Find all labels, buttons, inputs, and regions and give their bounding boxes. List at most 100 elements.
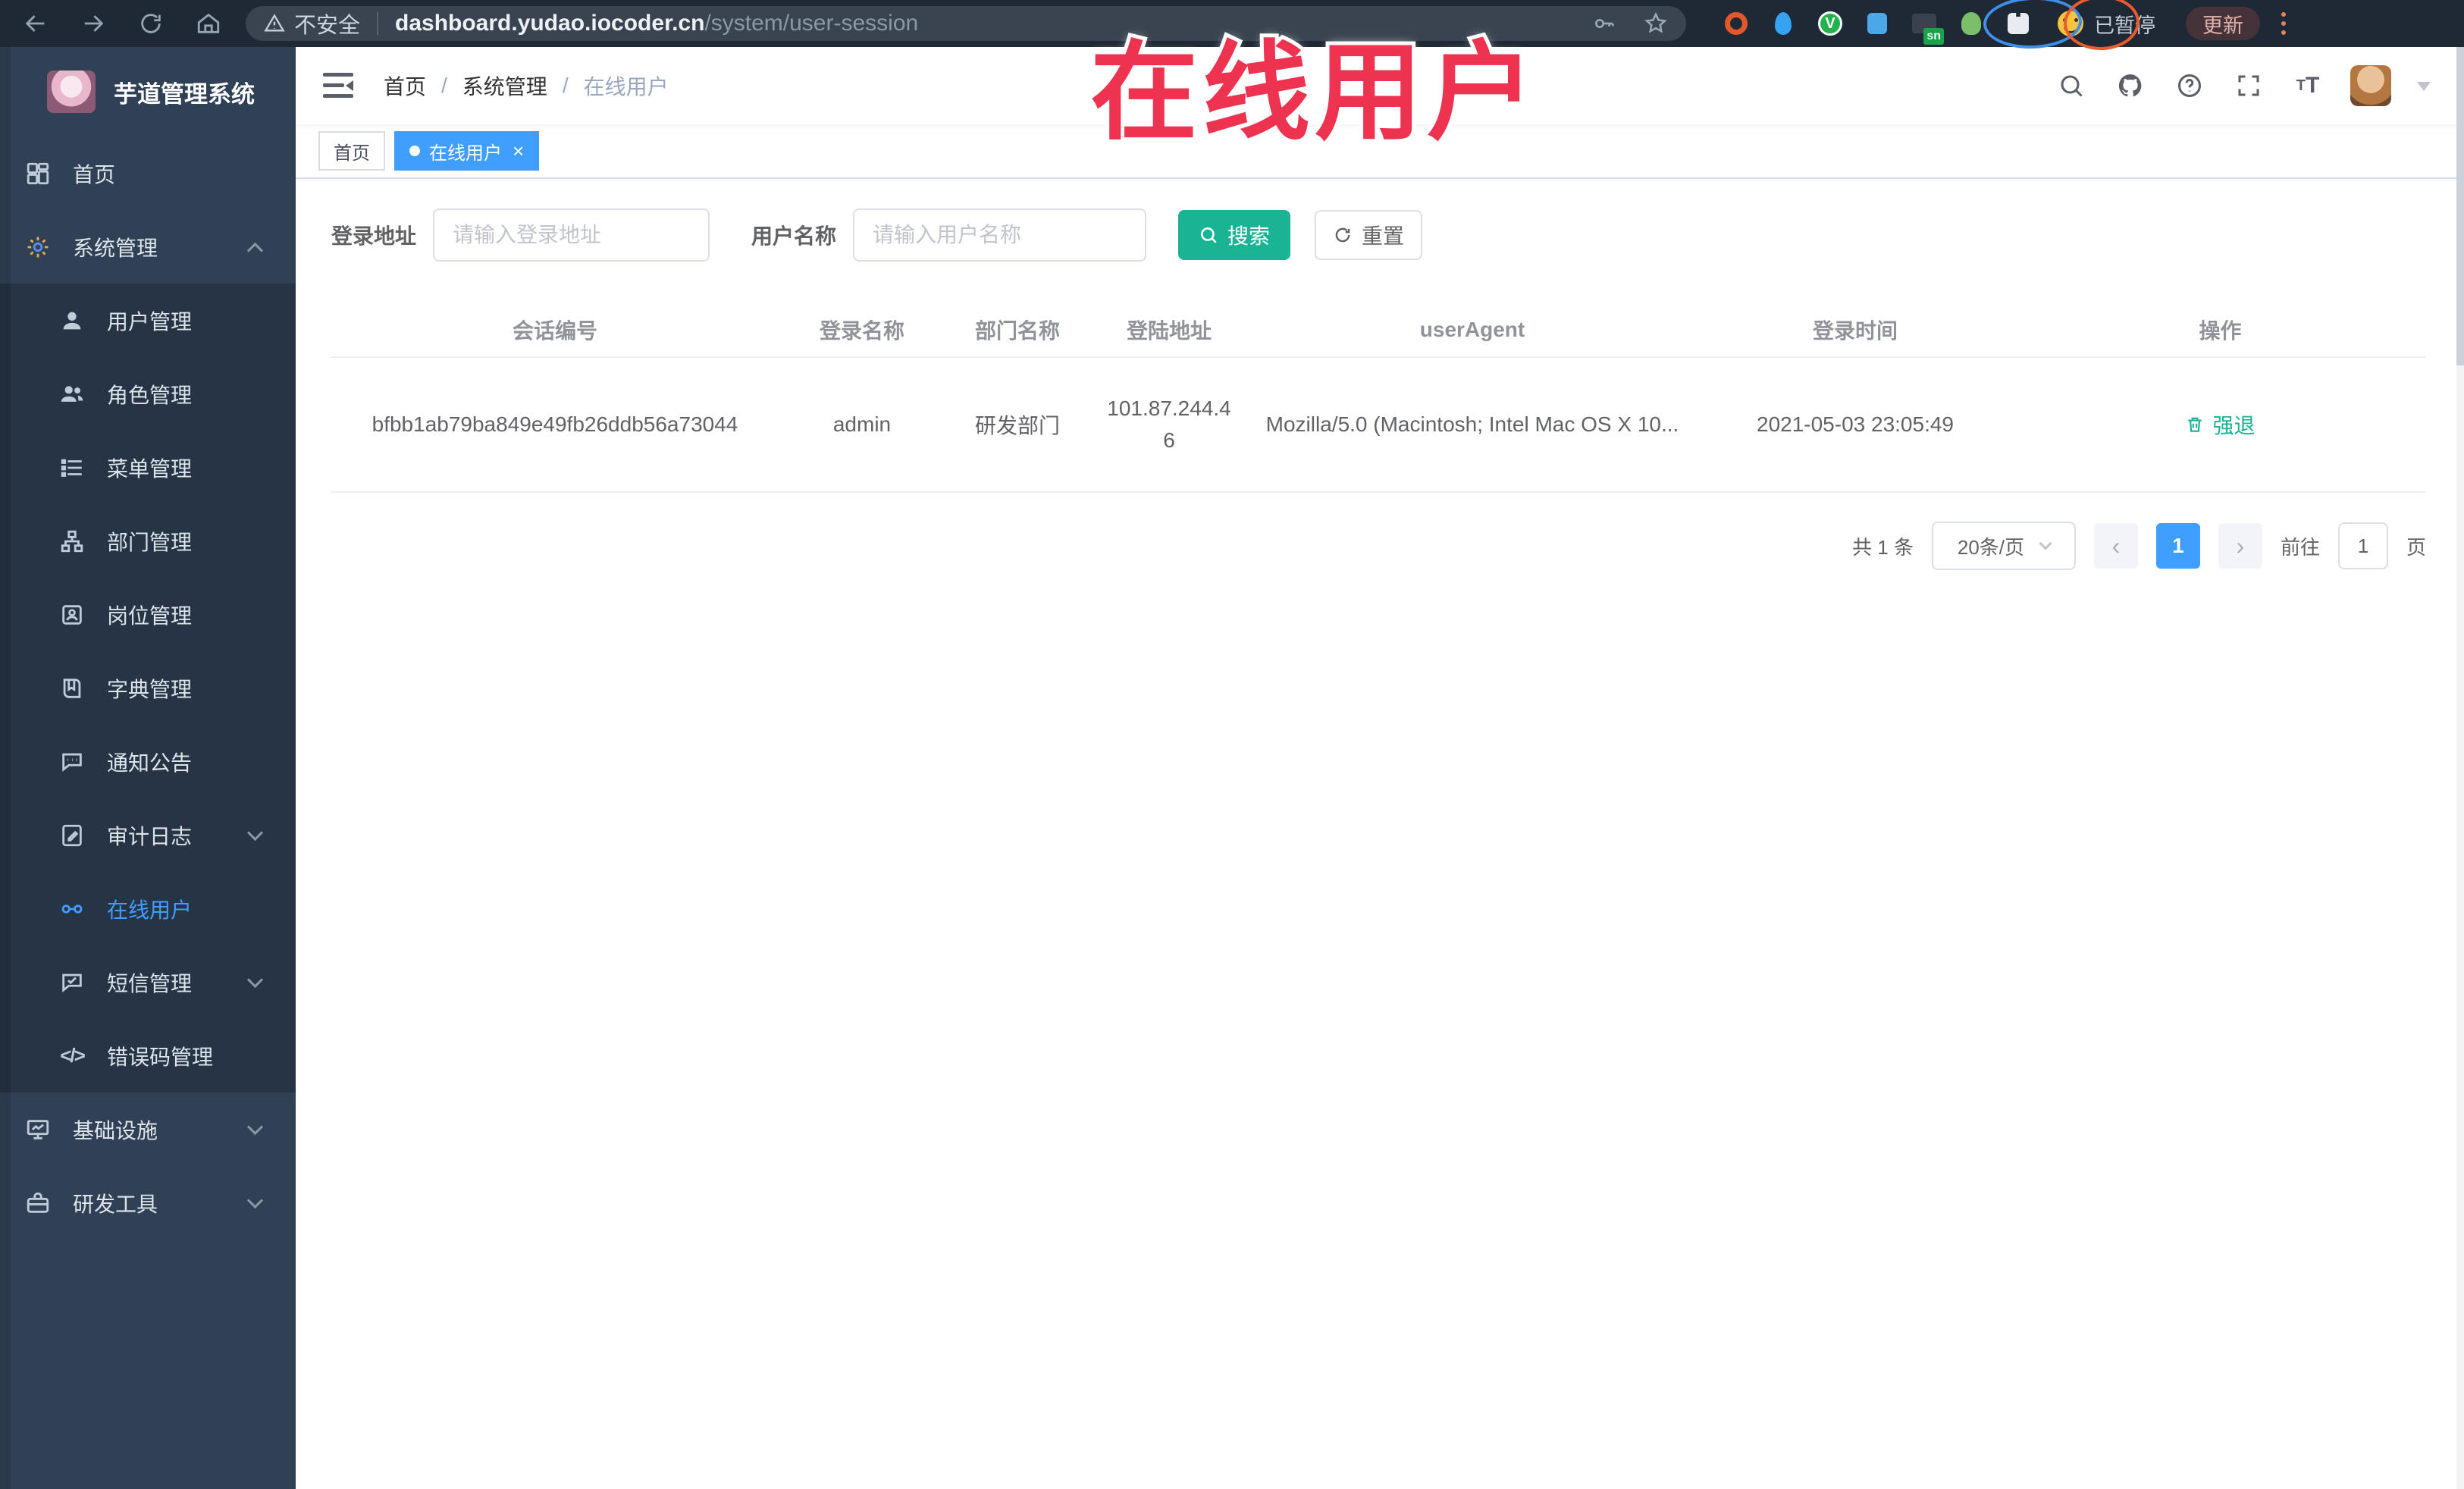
login-address-label: 登录地址 bbox=[331, 224, 417, 248]
extension-dark-icon[interactable]: sn bbox=[1911, 10, 1944, 45]
sidebar-item-system-management[interactable]: 系统管理 bbox=[0, 210, 296, 284]
book-icon bbox=[58, 675, 86, 702]
sidebar-item-dev-tools[interactable]: 研发工具 bbox=[0, 1166, 296, 1240]
sidebar-item-dept-management[interactable]: 部门管理 bbox=[0, 504, 296, 578]
cell-login-time: 2021-05-03 23:05:49 bbox=[1696, 357, 2014, 493]
reset-button[interactable]: 重置 bbox=[1315, 209, 1423, 260]
profile-paused-chip[interactable]: 已暂停 bbox=[2058, 9, 2155, 39]
url-path: /system/user-session bbox=[704, 11, 919, 36]
font-size-icon[interactable]: TT bbox=[2291, 69, 2324, 102]
sidebar-item-label: 用户管理 bbox=[107, 309, 193, 334]
pagination-total: 共 1 条 bbox=[1852, 535, 1914, 559]
sidebar-item-post-management[interactable]: 岗位管理 bbox=[0, 578, 296, 651]
pagination: 共 1 条 20条/页 ‹ 1 › 前往 页 bbox=[331, 522, 2426, 570]
comment-check-icon bbox=[58, 969, 86, 996]
current-page-button[interactable]: 1 bbox=[2155, 523, 2200, 569]
page-size-value: 20条/页 bbox=[1957, 535, 2025, 559]
org-tree-icon bbox=[58, 528, 86, 555]
breadcrumb-system[interactable]: 系统管理 bbox=[462, 71, 547, 101]
sidebar-item-notice[interactable]: 通知公告 bbox=[0, 725, 296, 798]
col-login-addr: 登陆地址 bbox=[1089, 303, 1249, 358]
next-page-button[interactable]: › bbox=[2218, 523, 2262, 569]
github-icon[interactable] bbox=[2114, 69, 2147, 102]
goto-page-input[interactable] bbox=[2337, 522, 2388, 569]
ip-text: 101.87.244.46 bbox=[1107, 397, 1231, 452]
active-dot-icon bbox=[409, 146, 420, 156]
code-icon: </> bbox=[60, 1044, 86, 1067]
app-logo-image bbox=[47, 71, 96, 113]
extension-puzzle-icon[interactable] bbox=[2005, 10, 2032, 37]
security-label: 不安全 bbox=[294, 14, 361, 38]
cell-session-id: bfbb1ab79ba849e49fb26ddb56a73044 bbox=[331, 357, 779, 493]
force-logout-button[interactable]: 强退 bbox=[2185, 409, 2256, 440]
prev-page-button[interactable]: ‹ bbox=[2093, 523, 2138, 569]
home-icon bbox=[24, 160, 52, 187]
breadcrumb-separator: / bbox=[441, 74, 447, 97]
sidebar-item-label: 首页 bbox=[73, 162, 116, 187]
sidebar-item-audit-log[interactable]: 审计日志 bbox=[0, 798, 296, 872]
window-scrollbar[interactable] bbox=[2456, 47, 2464, 1489]
col-user-agent: userAgent bbox=[1249, 303, 1696, 358]
close-icon[interactable]: × bbox=[513, 141, 524, 161]
sidebar-item-label: 错误码管理 bbox=[107, 1045, 214, 1069]
chevron-down-icon bbox=[246, 1118, 264, 1136]
sidebar-item-menu-management[interactable]: 菜单管理 bbox=[0, 431, 296, 504]
sidebar-collapse-icon[interactable] bbox=[323, 73, 353, 99]
chevron-down-icon bbox=[2039, 537, 2052, 550]
sessions-table: 会话编号 登录名称 部门名称 登陆地址 userAgent 登录时间 操作 bf… bbox=[331, 303, 2426, 493]
sidebar-item-sms-management[interactable]: 短信管理 bbox=[0, 945, 296, 1019]
browser-update-button[interactable]: 更新 bbox=[2186, 7, 2260, 40]
browser-toolbar: 不安全 dashboard.yudao.iocoder.cn /system/u… bbox=[0, 0, 2464, 52]
browser-back-button[interactable] bbox=[21, 9, 50, 38]
search-button[interactable]: 搜索 bbox=[1178, 209, 1291, 260]
sidebar-item-error-code[interactable]: </> 错误码管理 bbox=[0, 1019, 296, 1092]
gear-icon bbox=[24, 234, 52, 261]
extension-blue-drop-icon[interactable] bbox=[1770, 10, 1797, 37]
sidebar-item-online-users[interactable]: 在线用户 bbox=[0, 872, 296, 945]
fullscreen-icon[interactable] bbox=[2232, 69, 2265, 102]
browser-home-button[interactable] bbox=[194, 9, 223, 38]
sidebar-item-label: 系统管理 bbox=[73, 236, 158, 260]
extension-green-check-icon[interactable]: V bbox=[1817, 10, 1844, 37]
username-label: 用户名称 bbox=[751, 224, 837, 248]
login-address-input[interactable] bbox=[433, 208, 710, 262]
caret-down-icon[interactable] bbox=[2417, 81, 2431, 98]
sidebar-item-label: 角色管理 bbox=[107, 383, 193, 407]
cell-user-agent: Mozilla/5.0 (Macintosh; Intel Mac OS X 1… bbox=[1249, 357, 1696, 493]
username-input[interactable] bbox=[853, 208, 1147, 262]
sidebar-item-label: 通知公告 bbox=[107, 751, 193, 775]
avatar[interactable] bbox=[2350, 65, 2391, 106]
browser-reload-button[interactable] bbox=[136, 9, 165, 38]
page-size-select[interactable]: 20条/页 bbox=[1931, 522, 2076, 570]
app-logo-row[interactable]: 芋道管理系统 bbox=[0, 47, 296, 136]
password-key-icon[interactable] bbox=[1592, 11, 1616, 36]
cell-actions: 强退 bbox=[2014, 357, 2426, 493]
cell-login-name: admin bbox=[779, 357, 945, 493]
col-dept: 部门名称 bbox=[945, 303, 1089, 358]
address-bar[interactable]: 不安全 dashboard.yudao.iocoder.cn /system/u… bbox=[246, 6, 1686, 41]
extension-blue-icon[interactable] bbox=[1864, 10, 1891, 37]
sidebar-item-role-management[interactable]: 角色管理 bbox=[0, 357, 296, 431]
help-icon[interactable] bbox=[2173, 69, 2206, 102]
sidebar-item-user-management[interactable]: 用户管理 bbox=[0, 284, 296, 357]
bookmark-star-icon[interactable] bbox=[1644, 11, 1668, 36]
sidebar-item-label: 部门管理 bbox=[107, 530, 193, 554]
extensions-row: V sn bbox=[1723, 10, 2032, 45]
tab-home[interactable]: 首页 bbox=[318, 131, 385, 171]
breadcrumb-home[interactable]: 首页 bbox=[384, 71, 426, 101]
sidebar-item-infrastructure[interactable]: 基础设施 bbox=[0, 1092, 296, 1166]
main-area: 首页 / 系统管理 / 在线用户 TT 首页 在线用户 × 登录地址 请输入登录… bbox=[296, 47, 2464, 1489]
extension-orange-icon[interactable] bbox=[1723, 10, 1750, 37]
scrollbar-thumb[interactable] bbox=[2456, 47, 2464, 365]
search-icon bbox=[1201, 227, 1217, 243]
tab-online-users[interactable]: 在线用户 × bbox=[394, 131, 540, 171]
app-title: 芋道管理系统 bbox=[114, 80, 255, 108]
browser-forward-button[interactable] bbox=[79, 9, 108, 38]
extension-person-icon[interactable] bbox=[1958, 10, 1985, 37]
sidebar-item-dict-management[interactable]: 字典管理 bbox=[0, 651, 296, 725]
search-icon[interactable] bbox=[2055, 69, 2088, 102]
message-icon bbox=[58, 748, 86, 776]
page-content: 登录地址 用户名称 搜索 重置 bbox=[296, 179, 2464, 570]
browser-menu-icon[interactable] bbox=[2281, 12, 2286, 35]
sidebar-item-home[interactable]: 首页 bbox=[0, 136, 296, 210]
